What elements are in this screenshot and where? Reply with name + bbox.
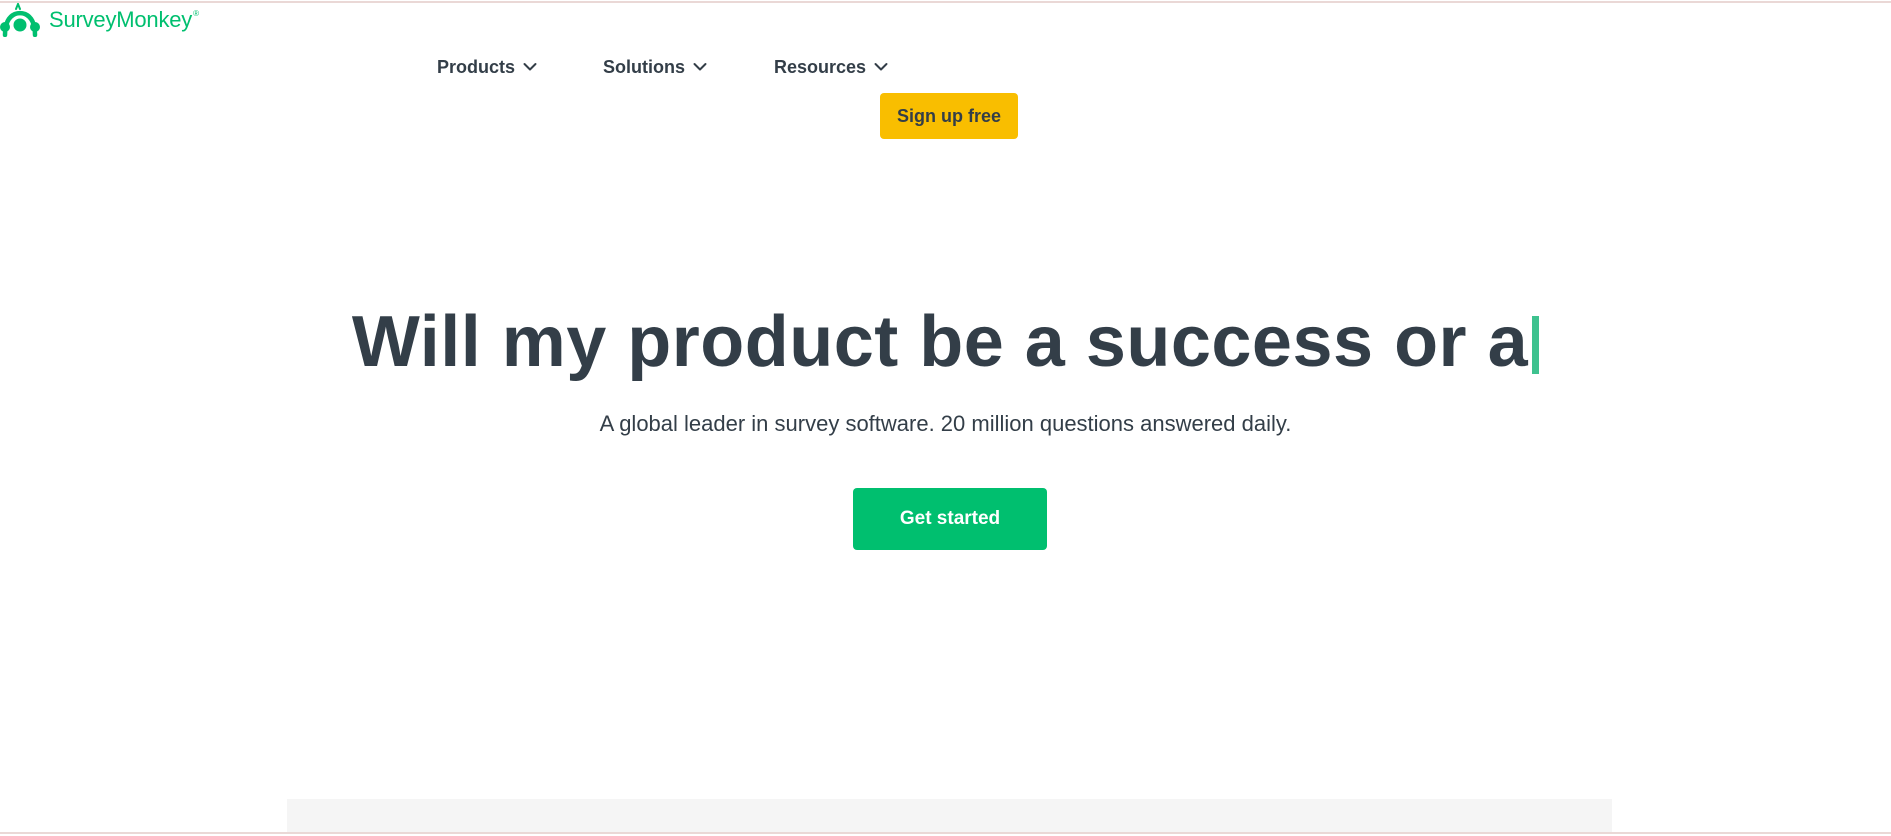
chevron-down-icon — [874, 63, 888, 71]
hero-title: Will my product be a success or a — [0, 300, 1891, 384]
typing-caret — [1532, 316, 1540, 374]
nav-solutions-label: Solutions — [603, 56, 685, 77]
nav-resources[interactable]: Resources — [774, 54, 888, 80]
brand-name: SurveyMonkey — [49, 7, 193, 32]
registered-mark: ® — [193, 8, 200, 18]
chevron-down-icon — [523, 63, 537, 71]
main-nav: Products Solutions Resources — [0, 54, 1891, 80]
content-section-top — [287, 799, 1612, 832]
chevron-down-icon — [693, 63, 707, 71]
top-border — [0, 1, 1891, 3]
nav-products-label: Products — [437, 56, 516, 77]
nav-products[interactable]: Products — [437, 54, 537, 80]
nav-solutions[interactable]: Solutions — [603, 54, 707, 80]
monkey-logo-icon — [0, 3, 40, 37]
bottom-border — [0, 832, 1891, 834]
surveymonkey-logo[interactable]: SurveyMonkey ® — [0, 3, 199, 37]
sign-up-free-button[interactable]: Sign up free — [880, 93, 1018, 139]
hero-subtitle: A global leader in survey software. 20 m… — [599, 411, 1292, 436]
nav-resources-label: Resources — [774, 56, 867, 77]
hero-title-text: Will my product be a success or a — [351, 302, 1529, 382]
get-started-button[interactable]: Get started — [853, 488, 1047, 550]
